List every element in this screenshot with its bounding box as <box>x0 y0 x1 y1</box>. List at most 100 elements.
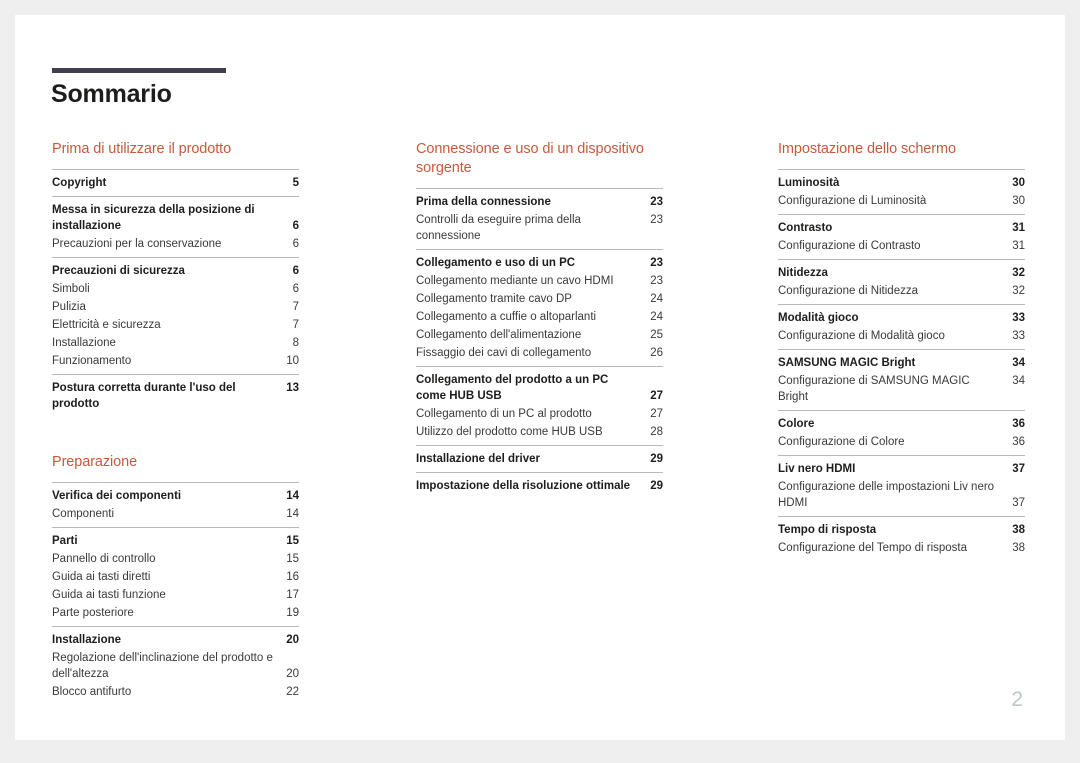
toc-entry-main[interactable]: Tempo di risposta 38 <box>778 521 1025 539</box>
toc-entry-label: Collegamento di un PC al prodotto <box>416 408 592 420</box>
toc-entry-page: 17 <box>286 589 299 601</box>
toc-entry-main[interactable]: Luminosità 30 <box>778 174 1025 192</box>
toc-group: Installazione del driver 29 <box>416 445 663 472</box>
toc-group: Liv nero HDMI 37 Configurazione delle impo… <box>778 455 1025 516</box>
toc-entry-sub[interactable]: Guida ai tasti funzione 17 <box>52 586 299 604</box>
toc-group: Messa in sicurezza della posizione di in… <box>52 196 299 257</box>
toc-group: Prima della connessione 23 Controlli da es… <box>416 188 663 249</box>
toc-entry-main[interactable]: Messa in sicurezza della posizione di in… <box>52 201 299 235</box>
document-page: Sommario Prima di utilizzare il prodotto… <box>15 15 1065 740</box>
toc-entry-main[interactable]: Collegamento e uso di un PC 23 <box>416 254 663 272</box>
toc-entry-sub[interactable]: Parte posteriore 19 <box>52 604 299 622</box>
toc-entry-sub[interactable]: Configurazione di Modalità gioco 33 <box>778 327 1025 345</box>
toc-group: Contrasto 31 Configurazione di Contrasto 31 <box>778 214 1025 259</box>
toc-entry-sub[interactable]: Collegamento a cuffie o altoparlanti 24 <box>416 308 663 326</box>
toc-column-3: Impostazione dello schermo Luminosità 30 Co… <box>778 140 1025 561</box>
toc-entry-sub[interactable]: Installazione 8 <box>52 334 299 352</box>
toc-entry-sub[interactable]: Configurazione di Colore 36 <box>778 433 1025 451</box>
toc-entry-page: 14 <box>286 490 299 502</box>
toc-entry-main[interactable]: Precauzioni di sicurezza 6 <box>52 262 299 280</box>
toc-entry-sub[interactable]: Elettricità e sicurezza 7 <box>52 316 299 334</box>
toc-entry-page: 24 <box>650 293 663 305</box>
toc-entry-label: Configurazione di Colore <box>778 436 905 448</box>
toc-entry-main[interactable]: Parti 15 <box>52 532 299 550</box>
toc-entry-page: 16 <box>286 571 299 583</box>
toc-entry-sub[interactable]: Pannello di controllo 15 <box>52 550 299 568</box>
toc-entry-sub[interactable]: Funzionamento 10 <box>52 352 299 370</box>
toc-entry-sub[interactable]: Configurazione di Luminosità 30 <box>778 192 1025 210</box>
toc-group: Luminosità 30 Configurazione di Luminosità… <box>778 169 1025 214</box>
toc-entry-label: SAMSUNG MAGIC Bright <box>778 357 916 369</box>
toc-entry-label: Collegamento tramite cavo DP <box>416 293 572 305</box>
toc-group: Parti 15 Pannello di controllo 15 Guida ai t… <box>52 527 299 626</box>
toc-entry-page: 34 <box>1012 357 1025 369</box>
toc-entry-label: Luminosità <box>778 177 840 189</box>
toc-entry-page: 24 <box>650 311 663 323</box>
toc-group: Postura corretta durante l'uso del prodo… <box>52 374 299 417</box>
toc-entry-sub[interactable]: Pulizia 7 <box>52 298 299 316</box>
toc-entry-main[interactable]: Postura corretta durante l'uso del prodo… <box>52 379 299 413</box>
toc-entry-page: 22 <box>286 686 299 698</box>
toc-entry-main[interactable]: Installazione del driver 29 <box>416 450 663 468</box>
toc-entry-sub[interactable]: Guida ai tasti diretti 16 <box>52 568 299 586</box>
toc-entry-sub[interactable]: Simboli 6 <box>52 280 299 298</box>
toc-entry-main[interactable]: Prima della connessione 23 <box>416 193 663 211</box>
toc-entry-sub[interactable]: Configurazione di Contrasto 31 <box>778 237 1025 255</box>
toc-entry-main[interactable]: Modalità gioco 33 <box>778 309 1025 327</box>
toc-entry-main[interactable]: Liv nero HDMI 37 <box>778 460 1025 478</box>
toc-entry-label: Installazione <box>52 634 122 646</box>
toc-group: Modalità gioco 33 Configurazione di Modali… <box>778 304 1025 349</box>
toc-entry-sub[interactable]: Fissaggio dei cavi di collegamento 26 <box>416 344 663 362</box>
toc-entry-sub[interactable]: Collegamento mediante un cavo HDMI 23 <box>416 272 663 290</box>
toc-entry-sub[interactable]: Configurazione di Nitidezza 32 <box>778 282 1025 300</box>
toc-entry-sub[interactable]: Collegamento dell'alimentazione 25 <box>416 326 663 344</box>
toc-entry-label: Configurazione di Contrasto <box>778 240 921 252</box>
toc-entry-main[interactable]: Nitidezza 32 <box>778 264 1025 282</box>
toc-entry-label: Guida ai tasti diretti <box>52 571 151 583</box>
toc-entry-page: 25 <box>650 329 663 341</box>
toc-entry-page: 23 <box>650 196 663 208</box>
section-title: Prima di utilizzare il prodotto <box>52 141 232 157</box>
toc-entry-main[interactable]: Copyright 5 <box>52 174 299 192</box>
toc-entry-label: Modalità gioco <box>778 312 859 324</box>
toc-entry-main[interactable]: SAMSUNG MAGIC Bright 34 <box>778 354 1025 372</box>
toc-entry-page: 31 <box>1012 240 1025 252</box>
toc-entry-page: 36 <box>1012 436 1025 448</box>
toc-column-2: Connessione e uso di un dispositivo sorg… <box>416 140 663 499</box>
toc-entry-sub[interactable]: Precauzioni per la conservazione 6 <box>52 235 299 253</box>
toc-entry-page: 38 <box>1012 542 1025 554</box>
toc-entry-sub[interactable]: Componenti 14 <box>52 505 299 523</box>
toc-entry-page: 38 <box>1012 524 1025 536</box>
toc-entry-label: Utilizzo del prodotto come HUB USB <box>416 426 603 438</box>
toc-entry-sub[interactable]: Configurazione del Tempo di risposta 38 <box>778 539 1025 557</box>
toc-entry-label: Blocco antifurto <box>52 686 132 698</box>
toc-entry-sub[interactable]: Regolazione dell'inclinazione del prodot… <box>52 649 299 683</box>
toc-entry-sub[interactable]: Collegamento tramite cavo DP 24 <box>416 290 663 308</box>
toc-entry-label: Simboli <box>52 283 90 295</box>
toc-entry-sub[interactable]: Controlli da eseguire prima della connes… <box>416 211 663 245</box>
toc-entry-label: Configurazione di SAMSUNG MAGIC Bright <box>778 375 970 403</box>
toc-entry-page: 20 <box>286 634 299 646</box>
toc-entry-sub[interactable]: Configurazione di SAMSUNG MAGIC Bright 34 <box>778 372 1025 406</box>
toc-entry-main[interactable]: Contrasto 31 <box>778 219 1025 237</box>
toc-entry-page: 15 <box>286 535 299 547</box>
toc-group: Collegamento e uso di un PC 23 Collegament… <box>416 249 663 366</box>
toc-entry-main[interactable]: Collegamento del prodotto a un PC come H… <box>416 371 663 405</box>
toc-entry-main[interactable]: Installazione 20 <box>52 631 299 649</box>
toc-entry-main[interactable]: Colore 36 <box>778 415 1025 433</box>
toc-entry-label: Tempo di risposta <box>778 524 877 536</box>
toc-entry-sub[interactable]: Blocco antifurto 22 <box>52 683 299 701</box>
toc-entry-main[interactable]: Impostazione della risoluzione ottimale 2… <box>416 477 663 495</box>
toc-entry-sub[interactable]: Collegamento di un PC al prodotto 27 <box>416 405 663 423</box>
toc-entry-page: 7 <box>292 319 299 331</box>
toc-group: Colore 36 Configurazione di Colore 36 <box>778 410 1025 455</box>
toc-entry-page: 26 <box>650 347 663 359</box>
toc-entry-page: 23 <box>650 214 663 226</box>
toc-entry-sub[interactable]: Configurazione delle impostazioni Liv ne… <box>778 478 1025 512</box>
toc-entry-label: Funzionamento <box>52 355 132 367</box>
toc-entry-main[interactable]: Verifica dei componenti 14 <box>52 487 299 505</box>
toc-entry-sub[interactable]: Utilizzo del prodotto come HUB USB 28 <box>416 423 663 441</box>
toc-entry-label: Collegamento dell'alimentazione <box>416 329 582 341</box>
toc-entry-label: Liv nero HDMI <box>778 463 856 475</box>
toc-entry-page: 23 <box>650 257 663 269</box>
